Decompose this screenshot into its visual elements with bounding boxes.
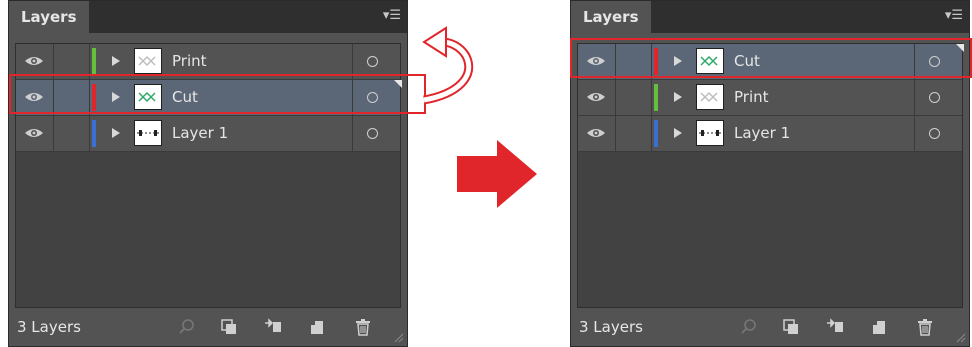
target-circle-icon	[367, 56, 378, 67]
visibility-toggle[interactable]	[16, 44, 54, 79]
target-toggle[interactable]	[352, 44, 402, 79]
trash-icon[interactable]	[915, 317, 935, 337]
layer-name[interactable]: Cut	[734, 44, 760, 79]
target-circle-icon	[929, 92, 940, 103]
eye-icon	[587, 129, 605, 137]
target-circle-icon	[929, 128, 940, 139]
layer-color-indicator	[92, 48, 96, 75]
layer-color-indicator	[654, 48, 658, 75]
layer-thumbnail	[134, 48, 162, 74]
layer-color-indicator	[92, 84, 96, 111]
visibility-toggle[interactable]	[16, 116, 54, 151]
visibility-toggle[interactable]	[16, 80, 54, 115]
target-circle-icon	[367, 92, 378, 103]
layer-name[interactable]: Layer 1	[172, 116, 228, 151]
target-toggle[interactable]	[914, 80, 964, 115]
layer-color-indicator	[654, 84, 658, 111]
layer-row-layer-1[interactable]: Layer 1	[578, 116, 962, 152]
lock-toggle[interactable]	[54, 80, 90, 115]
layer-count: 3 Layers	[579, 318, 643, 336]
target-toggle[interactable]	[914, 116, 964, 151]
layer-list: Cut Print Layer 1	[577, 43, 964, 308]
selection-indicator-icon	[394, 80, 402, 88]
disclosure-triangle-icon[interactable]	[674, 128, 682, 138]
layer-row-cut[interactable]: Cut	[578, 44, 964, 80]
create-new-layer-icon[interactable]	[307, 317, 327, 337]
locate-object-icon[interactable]	[739, 317, 759, 337]
layer-color-indicator	[654, 120, 658, 147]
eye-icon	[25, 57, 43, 65]
disclosure-triangle-icon[interactable]	[674, 56, 682, 66]
trash-icon[interactable]	[353, 317, 373, 337]
resize-grip-icon[interactable]	[394, 333, 404, 343]
selection-indicator-icon	[956, 44, 964, 52]
target-circle-icon	[929, 56, 940, 67]
layer-name[interactable]: Cut	[172, 80, 198, 115]
make-clipping-mask-icon[interactable]	[781, 317, 801, 337]
disclosure-triangle-icon[interactable]	[112, 128, 120, 138]
transition-arrow-icon	[457, 140, 537, 208]
layer-count: 3 Layers	[17, 318, 81, 336]
layer-color-indicator	[92, 120, 96, 147]
panel-tab-bar: Layers ▾☰	[9, 1, 407, 33]
panel-footer: 3 Layers	[9, 308, 407, 346]
reorder-curve-arrow-icon	[422, 26, 474, 105]
layer-name[interactable]: Layer 1	[734, 116, 790, 151]
layer-thumbnail	[696, 48, 724, 74]
flyout-menu-icon[interactable]: ▾☰	[945, 9, 963, 23]
layer-thumbnail	[696, 120, 724, 146]
panel-footer: 3 Layers	[571, 308, 969, 346]
layer-row-print[interactable]: Print	[16, 44, 400, 80]
target-toggle[interactable]	[352, 80, 402, 115]
layer-thumbnail	[134, 84, 162, 110]
disclosure-triangle-icon[interactable]	[674, 92, 682, 102]
eye-icon	[25, 93, 43, 101]
create-new-layer-icon[interactable]	[869, 317, 889, 337]
eye-icon	[587, 57, 605, 65]
lock-toggle[interactable]	[616, 116, 652, 151]
target-toggle[interactable]	[352, 116, 402, 151]
panel-tab-bar: Layers ▾☰	[571, 1, 969, 33]
layer-thumbnail	[696, 84, 724, 110]
eye-icon	[25, 129, 43, 137]
layers-tab[interactable]: Layers	[571, 1, 651, 33]
target-toggle[interactable]	[914, 44, 964, 79]
disclosure-triangle-icon[interactable]	[112, 92, 120, 102]
visibility-toggle[interactable]	[578, 116, 616, 151]
layer-row-cut[interactable]: Cut	[16, 80, 402, 116]
create-sublayer-icon[interactable]	[825, 317, 845, 337]
visibility-toggle[interactable]	[578, 44, 616, 79]
layer-name[interactable]: Print	[172, 44, 207, 79]
create-sublayer-icon[interactable]	[263, 317, 283, 337]
lock-toggle[interactable]	[616, 80, 652, 115]
lock-toggle[interactable]	[54, 116, 90, 151]
disclosure-triangle-icon[interactable]	[112, 56, 120, 66]
layers-tab[interactable]: Layers	[9, 1, 89, 33]
layer-row-print[interactable]: Print	[578, 80, 962, 116]
lock-toggle[interactable]	[54, 44, 90, 79]
lock-toggle[interactable]	[616, 44, 652, 79]
target-circle-icon	[367, 128, 378, 139]
eye-icon	[587, 93, 605, 101]
layers-panel-after: Layers ▾☰ Cut Print Layer 1 3 Layers	[570, 0, 970, 347]
locate-object-icon[interactable]	[177, 317, 197, 337]
layer-list: Print Cut Layer 1	[15, 43, 402, 308]
layer-row-layer-1[interactable]: Layer 1	[16, 116, 400, 152]
visibility-toggle[interactable]	[578, 80, 616, 115]
flyout-menu-icon[interactable]: ▾☰	[383, 9, 401, 23]
make-clipping-mask-icon[interactable]	[219, 317, 239, 337]
layer-thumbnail	[134, 120, 162, 146]
layers-panel-before: Layers ▾☰ Print Cut Layer 1 3 Layers	[8, 0, 408, 347]
resize-grip-icon[interactable]	[956, 333, 966, 343]
layer-name[interactable]: Print	[734, 80, 769, 115]
